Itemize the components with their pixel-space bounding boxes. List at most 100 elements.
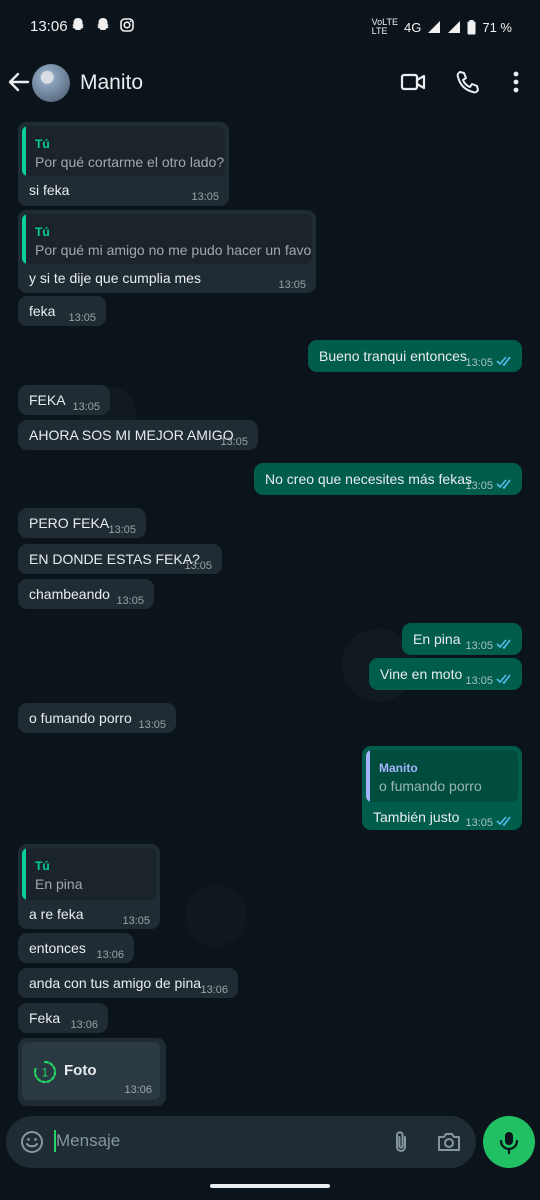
message-bubble-incoming[interactable]: chambeando 13:05 (18, 579, 154, 609)
voice-call-icon[interactable] (454, 68, 482, 96)
view-once-icon: 1 (33, 1060, 57, 1084)
message-bubble-incoming[interactable]: EN DONDE ESTAS FEKA? 13:05 (18, 544, 222, 574)
camera-icon[interactable] (436, 1129, 462, 1155)
snapchat-icon (72, 18, 84, 30)
message-time: 13:05 (116, 595, 144, 607)
quote-author: Manito (379, 761, 418, 775)
message-time: 13:05 (465, 480, 493, 492)
quoted-message[interactable]: Manito o fumando porro (366, 750, 518, 802)
message-time: 13:05 (465, 640, 493, 652)
home-indicator[interactable] (210, 1184, 330, 1188)
video-call-icon[interactable] (399, 68, 427, 96)
quote-text: Por qué mi amigo no me pudo hacer un fav… (35, 242, 312, 258)
message-text: si feka (29, 182, 70, 198)
message-time: 13:05 (138, 719, 166, 731)
message-text: FEKA (29, 392, 66, 408)
message-time: 13:05 (465, 357, 493, 369)
message-bubble-incoming[interactable]: AHORA SOS MI MEJOR AMIGO 13:05 (18, 420, 258, 450)
message-input[interactable]: Mensaje (56, 1131, 120, 1151)
attach-icon[interactable] (388, 1129, 414, 1155)
message-bubble-incoming[interactable]: Tú En pina a re feka 13:05 (18, 844, 160, 929)
message-text: PERO FEKA (29, 515, 110, 531)
quote-text: En pina (35, 876, 83, 892)
quoted-message[interactable]: Tú Por qué mi amigo no me pudo hacer un … (22, 214, 312, 264)
quote-text: Por qué cortarme el otro lado? (35, 154, 225, 170)
svg-text:1: 1 (42, 1066, 49, 1080)
message-bubble-incoming[interactable]: anda con tus amigo de pina 13:06 (18, 968, 238, 998)
message-time: 13:05 (108, 524, 136, 536)
read-ticks-icon (496, 479, 511, 490)
message-composer: Mensaje (6, 1116, 476, 1168)
instagram-icon (120, 18, 134, 32)
mic-button[interactable] (483, 1116, 535, 1168)
message-time: 13:06 (124, 1084, 152, 1096)
signal-icon (428, 21, 441, 33)
read-ticks-icon (496, 674, 511, 685)
message-time: 13:06 (70, 1019, 98, 1031)
read-ticks-icon (496, 639, 511, 650)
message-bubble-incoming[interactable]: Tú Por qué mi amigo no me pudo hacer un … (18, 210, 316, 293)
read-ticks-icon (496, 816, 511, 827)
mic-icon (499, 1132, 519, 1155)
status-right: VoLTE LTE 4G 71 % (372, 18, 512, 36)
message-text: Bueno tranqui entonces (319, 348, 467, 364)
message-bubble-incoming[interactable]: PERO FEKA 13:05 (18, 508, 146, 538)
message-text: EN DONDE ESTAS FEKA? (29, 551, 200, 567)
message-time: 13:06 (96, 949, 124, 961)
message-text: anda con tus amigo de pina (29, 975, 202, 991)
message-bubble-outgoing[interactable]: En pina 13:05 (402, 623, 522, 655)
quote-author: Tú (35, 859, 50, 873)
message-text: Vine en moto (380, 666, 463, 682)
quoted-message[interactable]: Tú En pina (22, 848, 156, 900)
photo-label: Foto (64, 1062, 97, 1079)
message-time: 13:05 (278, 279, 306, 291)
message-text: o fumando porro (29, 710, 132, 726)
message-time: 13:05 (191, 191, 219, 203)
message-time: 13:05 (220, 436, 248, 448)
contact-name[interactable]: Manito (80, 71, 143, 95)
message-time: 13:05 (184, 560, 212, 572)
message-time: 13:05 (72, 401, 100, 413)
message-time: 13:05 (465, 675, 493, 687)
view-once-photo-card[interactable]: 1 Foto 13:06 (22, 1042, 160, 1100)
message-bubble-incoming[interactable]: Tú Por qué cortarme el otro lado? si fek… (18, 122, 229, 206)
message-bubble-outgoing[interactable]: Bueno tranqui entonces 13:05 (308, 340, 522, 372)
message-text: a re feka (29, 906, 84, 922)
signal-icon (448, 21, 461, 33)
message-text: entonces (29, 940, 86, 956)
quote-author: Tú (35, 137, 50, 151)
message-text: feka (29, 303, 56, 319)
battery-level: 71 % (482, 19, 512, 35)
status-time: 13:06 (30, 18, 68, 35)
read-ticks-icon (496, 356, 511, 367)
volte-indicator: VoLTE LTE (371, 17, 399, 36)
snapchat-icon (97, 18, 109, 30)
back-arrow-icon[interactable] (6, 69, 32, 95)
message-text: y si te dije que cumplia mes (29, 270, 201, 286)
quote-author: Tú (35, 225, 50, 239)
message-bubble-incoming[interactable]: feka 13:05 (18, 296, 106, 326)
message-time: 13:05 (465, 817, 493, 829)
message-bubble-outgoing[interactable]: No creo que necesites más fekas 13:05 (254, 463, 522, 495)
contact-avatar[interactable] (32, 64, 70, 102)
quoted-message[interactable]: Tú Por qué cortarme el otro lado? (22, 126, 225, 176)
message-bubble-incoming[interactable]: o fumando porro 13:05 (18, 703, 176, 733)
battery-icon (467, 19, 476, 34)
message-bubble-incoming[interactable]: entonces 13:06 (18, 933, 134, 963)
message-time: 13:06 (200, 984, 228, 996)
emoji-icon[interactable] (19, 1129, 45, 1155)
message-bubble-outgoing[interactable]: Vine en moto 13:05 (369, 658, 522, 690)
message-bubble-incoming[interactable]: FEKA 13:05 (18, 385, 110, 415)
chat-header: Manito (0, 52, 540, 114)
quote-text: o fumando porro (379, 778, 482, 794)
view-once-photo-message[interactable]: 1 Foto 13:06 (18, 1038, 166, 1106)
message-text: AHORA SOS MI MEJOR AMIGO (29, 427, 234, 443)
network-type: 4G (404, 19, 422, 35)
message-time: 13:05 (68, 312, 96, 324)
message-text: No creo que necesites más fekas (265, 471, 472, 487)
message-bubble-outgoing[interactable]: Manito o fumando porro También justo 13:… (362, 746, 522, 830)
message-time: 13:05 (122, 915, 150, 927)
message-bubble-incoming[interactable]: Feka 13:06 (18, 1003, 108, 1033)
more-options-icon[interactable] (502, 68, 530, 96)
message-text: En pina (413, 631, 461, 647)
